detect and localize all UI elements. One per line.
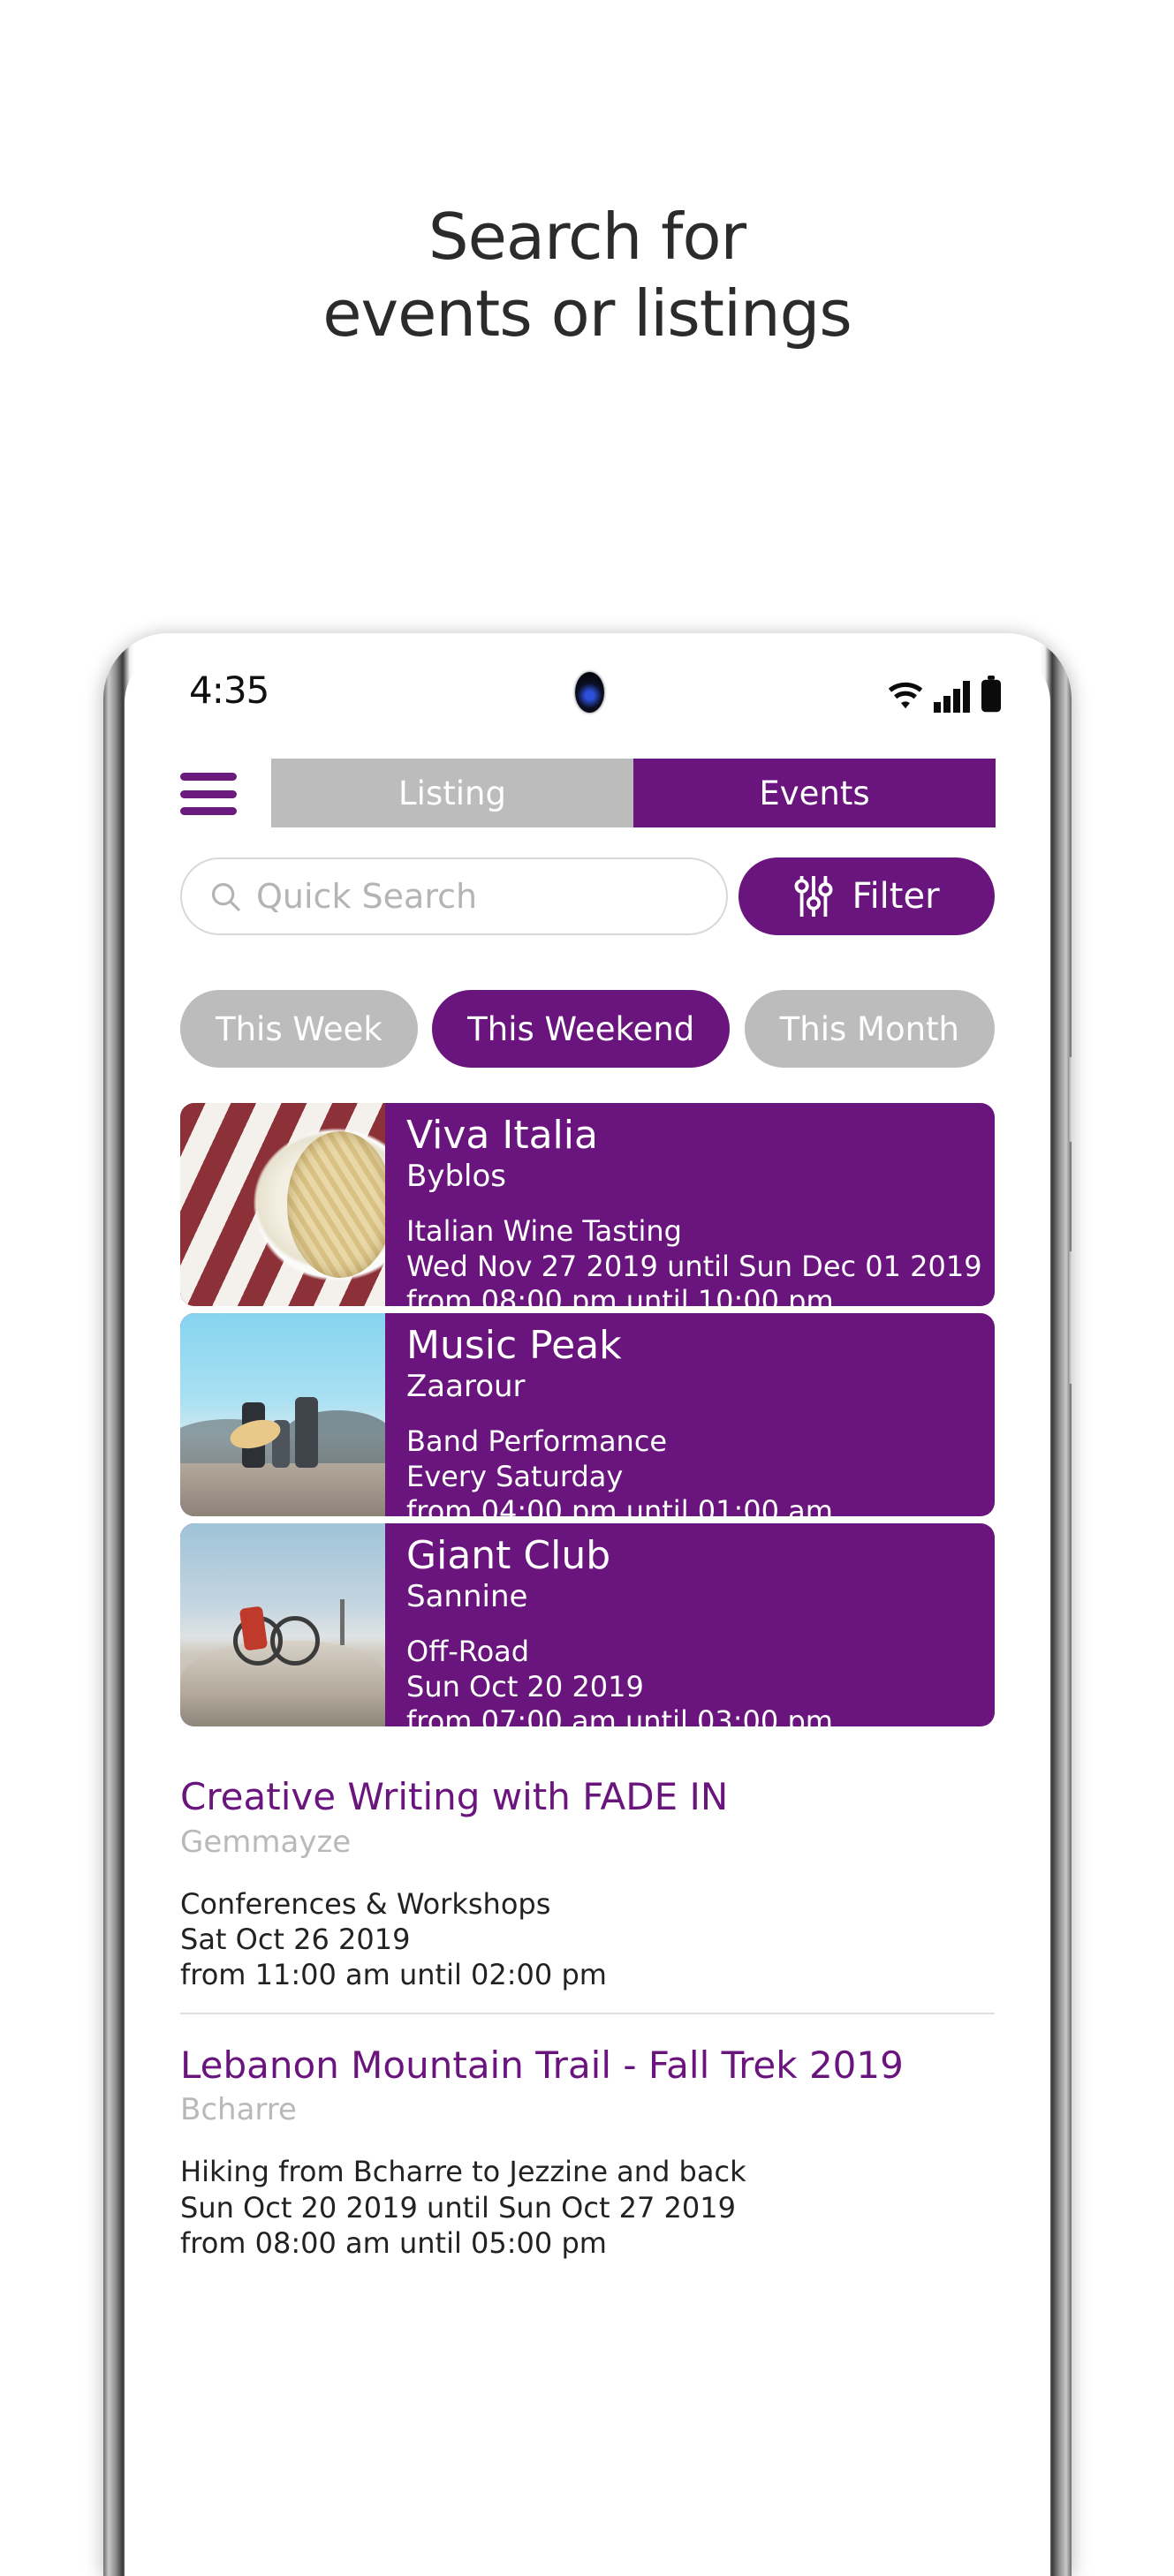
battery-icon [981,676,1001,713]
event-dates: Sun Oct 20 2019 until Sun Oct 27 2019 [180,2190,736,2225]
events-list: Creative Writing with FADE IN Gemmayze C… [180,1775,995,2281]
band-performance-photo [180,1313,385,1516]
event-times: from 08:00 am until 05:00 pm [180,2226,607,2260]
sliders-icon [795,876,833,917]
pasta-plate-photo [180,1103,385,1306]
event-dates: Wed Nov 27 2019 until Sun Dec 01 2019 [406,1249,982,1283]
event-title: Viva Italia [406,1113,598,1158]
event-title: Music Peak [406,1323,622,1368]
featured-events-list: Viva Italia Byblos Italian Wine Tasting … [180,1103,995,1734]
chip-this-week[interactable]: This Week [180,990,418,1068]
event-times: from 04:00 pm until 01:00 am [406,1494,833,1516]
page-title: Search for events or listings [0,204,1174,351]
tab-listing[interactable]: Listing [271,759,633,827]
phone-screen: 4:35 Listing Events Quick Search Filter … [125,653,1050,2576]
event-category: Off-Road [406,1635,530,1669]
filter-button[interactable]: Filter [738,857,995,935]
tab-events[interactable]: Events [633,759,996,827]
event-thumbnail [180,1523,385,1726]
cellular-signal-icon [934,681,970,713]
mountain-biker-photo [180,1523,385,1726]
segmented-tabs: Listing Events [271,759,996,827]
filter-button-label: Filter [852,876,940,917]
event-location: Bcharre [180,2092,297,2128]
event-category: Band Performance [406,1424,668,1459]
date-filter-chips: This Week This Weekend This Month [180,990,995,1068]
featured-event-card[interactable]: Viva Italia Byblos Italian Wine Tasting … [180,1103,995,1306]
event-times: from 08:00 pm until 10:00 pm [406,1284,834,1306]
search-input[interactable]: Quick Search [180,857,728,935]
event-thumbnail [180,1103,385,1306]
event-thumbnail [180,1313,385,1516]
phone-volume-button[interactable] [1068,1057,1072,1142]
top-nav-row: Listing Events [125,759,1050,827]
front-camera-punch-hole [575,672,604,713]
chip-this-weekend[interactable]: This Weekend [432,990,731,1068]
status-bar-icons [885,672,1002,713]
status-bar: 4:35 [125,653,1050,734]
search-row: Quick Search Filter [125,857,1050,939]
chip-this-month[interactable]: This Month [744,990,995,1068]
event-times: from 07:00 am until 03:00 pm [406,1704,833,1726]
event-location: Gemmayze [180,1824,352,1860]
event-dates: Every Saturday [406,1459,624,1493]
featured-event-card[interactable]: Giant Club Sannine Off-Road Sun Oct 20 2… [180,1523,995,1726]
featured-event-card[interactable]: Music Peak Zaarour Band Performance Ever… [180,1313,995,1516]
list-item[interactable]: Lebanon Mountain Trail - Fall Trek 2019 … [180,2012,995,2281]
event-times: from 11:00 am until 02:00 pm [180,1958,607,1992]
status-bar-clock: 4:35 [189,669,269,712]
event-category: Hiking from Bcharre to Jezzine and back [180,2155,746,2189]
page-title-line-1: Search for [428,200,746,274]
event-title: Creative Writing with FADE IN [180,1775,729,1818]
search-input-placeholder: Quick Search [256,877,478,916]
event-title: Lebanon Mountain Trail - Fall Trek 2019 [180,2043,904,2087]
event-location: Zaarour [406,1369,526,1405]
list-item[interactable]: Creative Writing with FADE IN Gemmayze C… [180,1775,995,2013]
hamburger-menu-icon[interactable] [180,773,237,815]
phone-power-button[interactable] [1068,1251,1072,1384]
event-location: Sannine [406,1579,528,1615]
wifi-icon [888,682,923,709]
page-title-line-2: events or listings [322,276,852,351]
event-title: Giant Club [406,1533,611,1578]
event-category: Italian Wine Tasting [406,1214,682,1249]
event-location: Byblos [406,1159,506,1195]
search-icon [211,882,240,911]
event-dates: Sat Oct 26 2019 [180,1923,411,1957]
event-dates: Sun Oct 20 2019 [406,1669,644,1703]
event-category: Conferences & Workshops [180,1886,551,1921]
phone-mockup: 4:35 Listing Events Quick Search Filter … [103,633,1072,2576]
